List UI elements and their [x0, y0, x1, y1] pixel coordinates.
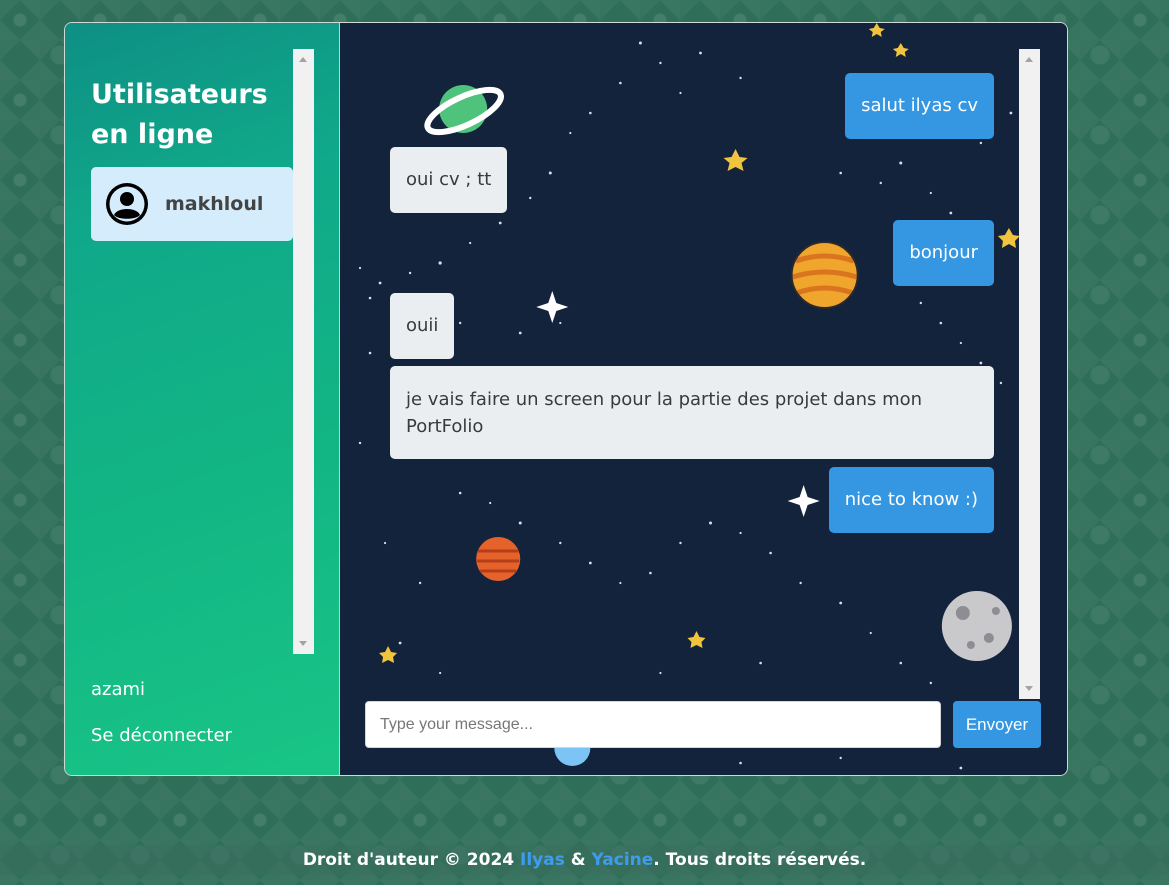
- message-received: ouii: [390, 293, 455, 359]
- online-user-name: makhloul: [165, 193, 264, 215]
- message-list: salut ilyas cv oui cv ; tt bonjour ouii …: [390, 73, 994, 693]
- footer-suffix: . Tous droits réservés.: [653, 850, 867, 870]
- chat-panel: salut ilyas cv oui cv ; tt bonjour ouii …: [340, 23, 1067, 775]
- message-sent: salut ilyas cv: [845, 73, 994, 139]
- message-input[interactable]: [365, 701, 941, 748]
- author-link-ilyas[interactable]: Ilyas: [520, 850, 565, 870]
- message-sent: bonjour: [893, 220, 994, 286]
- online-user-item[interactable]: makhloul: [91, 167, 293, 241]
- send-button[interactable]: Envoyer: [953, 701, 1041, 748]
- message-received: oui cv ; tt: [390, 147, 508, 213]
- logout-link[interactable]: Se déconnecter: [91, 725, 232, 746]
- user-circle-icon: [106, 183, 148, 225]
- footer-prefix: Droit d'auteur © 2024: [302, 850, 521, 870]
- message-composer: Envoyer: [365, 701, 1041, 749]
- online-users-sidebar: Utilisateurs en ligne makhloul azami Se …: [65, 23, 340, 775]
- scroll-up-icon[interactable]: [299, 57, 307, 62]
- scroll-down-icon[interactable]: [1025, 686, 1033, 691]
- footer-separator: &: [564, 850, 592, 870]
- scroll-up-icon[interactable]: [1025, 57, 1033, 62]
- sidebar-scrollbar[interactable]: [293, 49, 314, 654]
- chat-scrollbar[interactable]: [1019, 49, 1040, 699]
- scroll-down-icon[interactable]: [299, 641, 307, 646]
- author-link-yacine[interactable]: Yacine: [592, 850, 654, 870]
- chat-app-window: Utilisateurs en ligne makhloul azami Se …: [64, 22, 1068, 776]
- footer: Droit d'auteur © 2024 Ilyas & Yacine. To…: [0, 845, 1169, 875]
- message-received: je vais faire un screen pour la partie d…: [390, 366, 994, 459]
- current-username: azami: [91, 679, 146, 700]
- message-sent: nice to know :): [828, 467, 994, 533]
- sidebar-title: Utilisateurs en ligne: [91, 79, 268, 150]
